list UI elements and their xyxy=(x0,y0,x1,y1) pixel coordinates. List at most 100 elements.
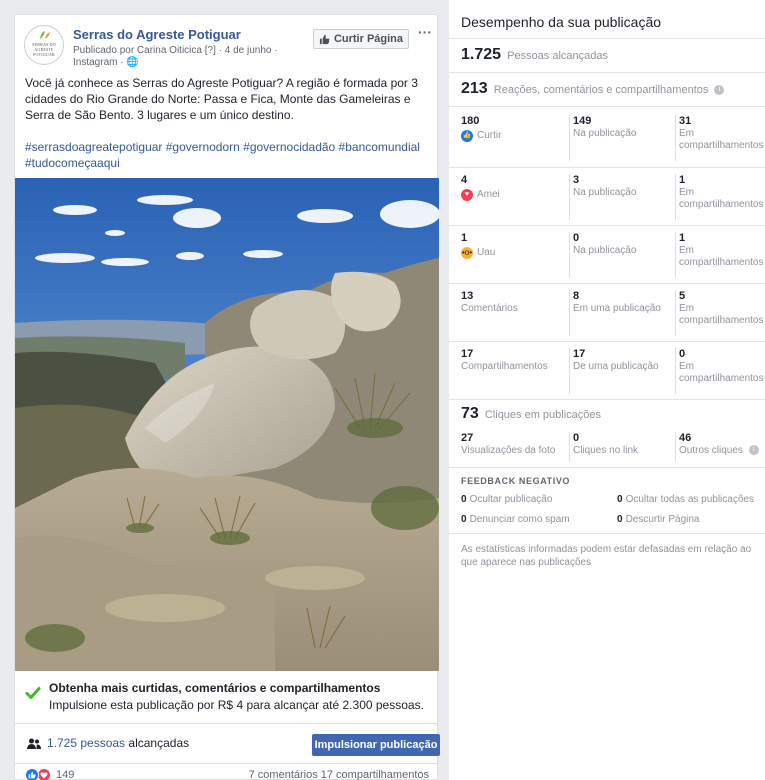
stat-col: 180 👍 Curtir xyxy=(461,115,561,161)
stat-label: Na publicação xyxy=(573,187,637,198)
like-page-label: Curtir Página xyxy=(333,33,404,45)
stat-col: 5 Em compartilhamentos xyxy=(675,290,765,336)
people-icon xyxy=(27,738,41,749)
thumbs-up-icon xyxy=(319,34,330,44)
stat-label: Em compartilhamentos xyxy=(679,187,764,210)
stat-value: 17 xyxy=(573,348,586,360)
stat-value: 27 xyxy=(461,432,474,444)
avatar-text-3: POTIGUAR xyxy=(33,52,55,57)
stat-label: Cliques no link xyxy=(573,445,639,456)
stat-row-comments: 13 Comentários 8 Em uma publicação 5 Em … xyxy=(449,284,765,342)
negative-value: 0 xyxy=(461,494,467,505)
engagement-value: 213 xyxy=(461,80,488,97)
stat-row-like: 180 👍 Curtir 149 Na publicação 31 Em com… xyxy=(449,109,765,167)
stat-label: Em compartilhamentos xyxy=(679,128,764,151)
stat-label: Comentários xyxy=(461,303,518,314)
stat-col: 27 Visualizações da foto xyxy=(461,432,561,462)
reaction-count[interactable]: 149 xyxy=(56,769,74,780)
stat-col: 0 Em compartilhamentos xyxy=(675,348,765,394)
stat-value: 5 xyxy=(679,290,686,302)
reactions-row: 149 7 comentários 17 compartilhamentos xyxy=(15,763,439,780)
stat-value: 8 xyxy=(573,290,580,302)
stat-label: 👍 Curtir xyxy=(461,129,561,143)
stat-col: 8 Em uma publicação xyxy=(569,290,669,336)
boost-title: Obtenha mais curtidas, comentários e com… xyxy=(49,681,381,695)
stat-col: 31 Em compartilhamentos xyxy=(675,115,765,161)
post-clicks-value: 73 xyxy=(461,405,479,422)
boost-suggestion: Obtenha mais curtidas, comentários e com… xyxy=(15,678,439,722)
negative-item: 0 Ocultar todas as publicações xyxy=(617,494,754,505)
stat-row-love: 4 ♥ Amei 3 Na publicação 1 Em compartilh… xyxy=(449,168,765,226)
reach-link[interactable]: 1.725 pessoas xyxy=(47,736,125,750)
info-icon[interactable]: i xyxy=(714,85,725,96)
post-photo[interactable] xyxy=(15,178,439,671)
stat-col: 3 Na publicação xyxy=(569,174,669,220)
wow-reaction-icon: •o• xyxy=(461,247,473,259)
reach-row: 1.725 pessoas alcançadas Impulsionar pub… xyxy=(15,723,440,763)
stat-value: 0 xyxy=(573,232,580,244)
page-name-link[interactable]: Serras do Agreste Potiguar xyxy=(73,27,241,42)
stat-value: 0 xyxy=(573,432,580,444)
stat-label: ♥ Amei xyxy=(461,188,561,202)
negative-label: Denunciar como spam xyxy=(469,514,570,525)
stat-label-text: Uau xyxy=(477,247,496,258)
boost-post-button[interactable]: Impulsionar publicação xyxy=(312,734,440,756)
post-meta: Publicado por Carina Oiticica [?] · 4 de… xyxy=(73,45,278,68)
post-hashtags[interactable]: #serrasdoagreatepotiguar #governodorn #g… xyxy=(25,139,429,171)
comment-share-stats[interactable]: 7 comentários 17 compartilhamentos xyxy=(249,769,429,780)
love-reaction-icon: ♥ xyxy=(461,189,473,201)
stat-label: Na publicação xyxy=(573,128,637,139)
stat-value: 3 xyxy=(573,174,580,186)
love-reaction-icon[interactable] xyxy=(37,768,51,780)
divider xyxy=(449,72,765,73)
engagement-total: 213 Reações, comentários e compartilhame… xyxy=(461,80,725,98)
info-icon[interactable]: i xyxy=(748,445,759,456)
stat-label: Em uma publicação xyxy=(573,303,661,314)
post-clicks-label: Cliques em publicações xyxy=(484,409,602,421)
engagement-label: Reações, comentários e compartilhamentos xyxy=(493,84,709,96)
stat-value: 46 xyxy=(679,432,692,444)
negative-value: 0 xyxy=(461,514,467,525)
like-reaction-icon[interactable] xyxy=(25,768,39,780)
stat-value: 1 xyxy=(461,232,468,244)
negative-value: 0 xyxy=(617,514,623,525)
post-header: SERRAS DO AGRESTE POTIGUAR Serras do Agr… xyxy=(15,15,437,71)
divider xyxy=(449,467,765,468)
stat-row-shares: 17 Compartilhamentos 17 De uma publicaçã… xyxy=(449,342,765,400)
stat-label: Em compartilhamentos xyxy=(679,303,764,326)
stat-col: 4 ♥ Amei xyxy=(461,174,561,220)
check-icon xyxy=(25,687,41,699)
like-page-button[interactable]: Curtir Página xyxy=(313,29,409,49)
like-reaction-icon: 👍 xyxy=(461,130,473,142)
divider xyxy=(449,533,765,534)
stat-value: 180 xyxy=(461,115,480,127)
post-clicks-total: 73 Cliques em publicações xyxy=(461,405,601,423)
stat-label-text: Amei xyxy=(477,189,500,200)
stat-col: 17 De uma publicação xyxy=(569,348,669,394)
divider xyxy=(449,38,765,39)
stat-col: 1 Em compartilhamentos xyxy=(675,232,765,278)
stat-label: Visualizações da foto xyxy=(461,445,556,456)
stat-label: •o• Uau xyxy=(461,246,561,260)
stat-value: 1 xyxy=(679,232,686,244)
stat-label: Em compartilhamentos xyxy=(679,245,764,268)
stat-col: 1 Em compartilhamentos xyxy=(675,174,765,220)
page-avatar[interactable]: SERRAS DO AGRESTE POTIGUAR xyxy=(24,25,64,65)
stat-col: 0 Cliques no link xyxy=(569,432,669,462)
negative-label: Ocultar publicação xyxy=(469,494,553,505)
stat-value: 17 xyxy=(461,348,474,360)
negative-label: Descurtir Página xyxy=(625,514,700,525)
stat-col: 0 Na publicação xyxy=(569,232,669,278)
stat-label: De uma publicação xyxy=(573,361,659,372)
stat-label-text: Outros cliques xyxy=(679,445,743,456)
stat-col: 1 •o• Uau xyxy=(461,232,561,278)
people-reached: 1.725 Pessoas alcançadas xyxy=(461,46,608,64)
stat-row-wow: 1 •o• Uau 0 Na publicação 1 Em compartil… xyxy=(449,226,765,284)
negative-feedback-heading: FEEDBACK NEGATIVO xyxy=(461,476,571,486)
stat-value: 0 xyxy=(679,348,686,360)
people-reached-value: 1.725 xyxy=(461,46,502,63)
post-text: Você já conhece as Serras do Agreste Pot… xyxy=(25,76,418,122)
more-icon[interactable]: ··· xyxy=(415,25,435,43)
negative-item: 0 Denunciar como spam xyxy=(461,514,570,525)
stat-label: Em compartilhamentos xyxy=(679,361,764,384)
